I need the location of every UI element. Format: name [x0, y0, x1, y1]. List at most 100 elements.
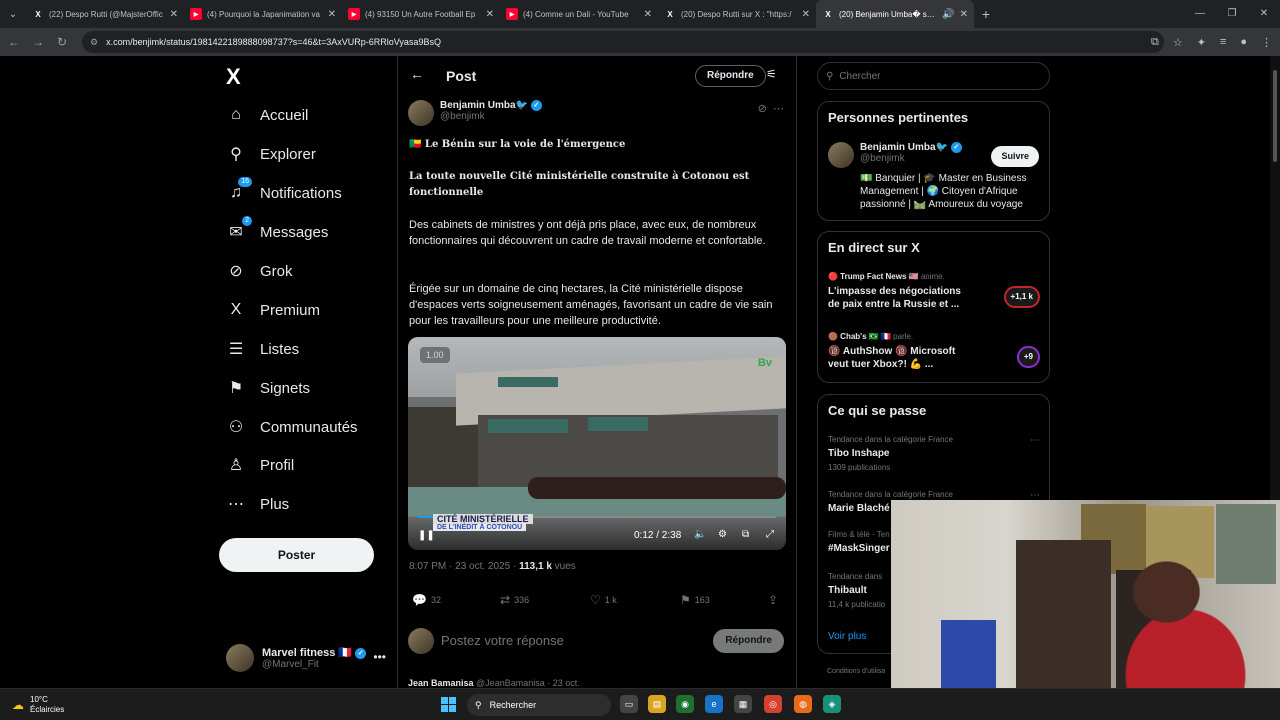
trend-category: Tendance dans la catégorie France: [828, 435, 953, 444]
new-tab-button[interactable]: +: [974, 6, 998, 22]
sliders-icon[interactable]: ⚟: [766, 67, 777, 81]
sidebar-item-messages[interactable]: ✉ 2 Messages: [226, 213, 328, 251]
x-icon: X: [825, 9, 831, 19]
post-button[interactable]: Poster: [219, 538, 374, 572]
author-handle[interactable]: @benjimk: [440, 111, 542, 122]
back-icon[interactable]: ←: [2, 35, 26, 49]
url-text: x.com/benjimk/status/1981422189888098737…: [106, 37, 441, 47]
browser-tab[interactable]: ▶ (4) 93150 Un Autre Football Ep ✕: [342, 0, 500, 28]
repost-action[interactable]: ⇄ 336: [500, 593, 529, 607]
reply-header-button[interactable]: Répondre: [695, 65, 766, 87]
extensions-icon[interactable]: ✦: [1197, 36, 1206, 49]
minimize-button[interactable]: —: [1184, 0, 1216, 28]
post-timestamp[interactable]: 8:07 PM · 23 oct. 2025 ·: [409, 561, 519, 572]
xbox-icon[interactable]: ◉: [676, 695, 694, 713]
volume-icon[interactable]: 🔈: [694, 529, 706, 540]
author-avatar[interactable]: [408, 100, 434, 126]
sidebar-item-notifications[interactable]: ♫ 16 Notifications: [226, 174, 342, 212]
account-switcher[interactable]: Marvel fitness 🇫🇷 ✓ @Marvel_Fit •••: [226, 642, 386, 674]
sidebar-item-accueil[interactable]: ⌂ Accueil: [226, 96, 308, 134]
sidebar-item-listes[interactable]: ☰ Listes: [226, 330, 299, 368]
close-icon[interactable]: ✕: [328, 9, 336, 20]
more-options-icon[interactable]: •••: [373, 650, 386, 664]
sidebar-item-explorer[interactable]: ⚲ Explorer: [226, 135, 316, 173]
trend-item[interactable]: Tendance dans la catégorie France Tibo In…: [828, 435, 1040, 472]
video-player[interactable]: 1.00 Bv CITÉ MINISTÉRIELLE DE L'INÉDIT À…: [408, 337, 786, 550]
profile-icon[interactable]: ●: [1240, 36, 1247, 48]
reply-author-name[interactable]: Jean Bamanisa: [408, 678, 474, 688]
chrome-icon[interactable]: ◎: [764, 695, 782, 713]
browser-tab[interactable]: ▶ (4) Pourquoi la Japanimation va ✕: [184, 0, 342, 28]
store-icon[interactable]: ▦: [734, 695, 752, 713]
grok-icon[interactable]: ⊘: [758, 103, 767, 115]
bookmark-action[interactable]: ⚑ 163: [680, 593, 710, 607]
browser-tab-active[interactable]: X (20) Benjamin Umba� sur X 🔊 ✕: [816, 0, 974, 28]
media-icon[interactable]: ≡: [1220, 36, 1226, 48]
install-icon[interactable]: ⧉: [1151, 36, 1159, 49]
avatar[interactable]: [828, 142, 854, 168]
video-frame: [528, 477, 786, 499]
x-logo-icon[interactable]: X: [226, 64, 241, 90]
reply-action[interactable]: 💬 32: [412, 593, 441, 607]
tab-search-icon[interactable]: ⌄: [0, 0, 26, 28]
tab-title: (4) Pourquoi la Japanimation va: [207, 9, 320, 19]
url-field[interactable]: ⚙ x.com/benjimk/status/198142218988809873…: [82, 31, 1164, 53]
taskbar-search[interactable]: ⚲ Rechercher: [467, 694, 611, 716]
author-name[interactable]: Benjamin Umba🐦: [440, 100, 528, 111]
next-reply[interactable]: Jean Bamanisa @JeanBamanisa · 23 oct.: [408, 678, 580, 688]
close-icon[interactable]: ✕: [802, 9, 810, 20]
pause-icon[interactable]: ❚❚: [418, 530, 435, 541]
live-item[interactable]: 🔴 Trump Fact News 🇺🇸 anime. L'impasse de…: [828, 272, 1040, 311]
windows-start-icon[interactable]: [441, 697, 456, 712]
app-icon[interactable]: ◈: [823, 695, 841, 713]
reply-input[interactable]: Postez votre réponse: [441, 633, 564, 648]
close-window-button[interactable]: ✕: [1248, 0, 1280, 28]
reload-icon[interactable]: ↻: [50, 35, 74, 49]
close-icon[interactable]: ✕: [486, 9, 494, 20]
sidebar-item-grok[interactable]: ⊘ Grok: [226, 252, 292, 290]
live-item[interactable]: 🟤 Chab's 🇧🇷 🇫🇷 parle. 🔞 AuthShow 🔞 Micro…: [828, 332, 1040, 371]
close-icon[interactable]: ✕: [960, 9, 968, 20]
post-author[interactable]: Benjamin Umba🐦 ✓ @benjimk: [408, 100, 542, 126]
reply-button[interactable]: Répondre: [713, 629, 784, 653]
tab-title: (22) Despo Rutti (@MajsterOffic: [49, 9, 163, 19]
sidebar-item-premium[interactable]: X Premium: [226, 291, 320, 329]
speaker-icon[interactable]: 🔊: [942, 9, 954, 20]
file-explorer-icon[interactable]: ▤: [648, 695, 666, 713]
browser-tab[interactable]: X (20) Despo Rutti sur X : "https:/ ✕: [658, 0, 816, 28]
menu-icon[interactable]: ⋮: [1261, 36, 1272, 49]
sidebar-item-signets[interactable]: ⚑ Signets: [226, 369, 310, 407]
follow-button[interactable]: Suivre: [991, 146, 1039, 167]
person-info[interactable]: Benjamin Umba🐦 ✓ @benjimk: [860, 142, 962, 164]
card-title: En direct sur X: [828, 240, 920, 255]
browser-tab[interactable]: ▶ (4) Comme un Dali - YouTube ✕: [500, 0, 658, 28]
sidebar-item-plus[interactable]: ⋯ Plus: [226, 485, 289, 523]
like-action[interactable]: ♡ 1 k: [590, 593, 617, 607]
close-icon[interactable]: ✕: [170, 9, 178, 20]
firefox-icon[interactable]: ◍: [794, 695, 812, 713]
fullscreen-icon[interactable]: ⤢: [766, 529, 774, 540]
bookmark-star-icon[interactable]: ☆: [1173, 36, 1183, 49]
see-more-link[interactable]: Voir plus: [828, 631, 866, 642]
share-icon: ⇪: [768, 593, 779, 607]
weather-widget[interactable]: ☁ 10°C Éclaircies: [12, 695, 64, 715]
forward-icon[interactable]: →: [26, 35, 50, 49]
more-icon[interactable]: ⋯: [1030, 435, 1040, 446]
pip-icon[interactable]: ⧉: [742, 529, 749, 540]
back-arrow-icon[interactable]: ←: [410, 66, 424, 82]
more-icon[interactable]: ⋯: [773, 103, 784, 115]
maximize-button[interactable]: ❐: [1216, 0, 1248, 28]
share-action[interactable]: ⇪: [768, 593, 778, 607]
terms-link[interactable]: Conditions d'utilisa: [827, 668, 885, 675]
sidebar-item-profil[interactable]: ♙ Profil: [226, 446, 294, 484]
site-info-icon[interactable]: ⚙: [90, 37, 98, 48]
sidebar-item-communautés[interactable]: ⚇ Communautés: [226, 408, 358, 446]
playback-speed-badge[interactable]: 1.00: [420, 347, 450, 363]
search-input[interactable]: ⚲ Chercher: [817, 62, 1050, 90]
settings-icon[interactable]: ⚙: [718, 529, 727, 540]
browser-tab[interactable]: X (22) Despo Rutti (@MajsterOffic ✕: [26, 0, 184, 28]
task-view-icon[interactable]: ▭: [620, 695, 638, 713]
scrollbar-thumb[interactable]: [1273, 70, 1277, 162]
edge-icon[interactable]: e: [705, 695, 723, 713]
close-icon[interactable]: ✕: [644, 9, 652, 20]
